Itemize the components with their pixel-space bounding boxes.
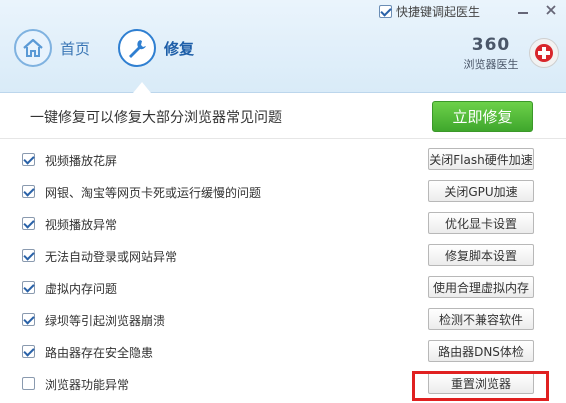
- highlight-box: [412, 371, 549, 401]
- item-label: 视频播放花屏: [45, 154, 118, 168]
- minimize-icon: [518, 12, 528, 14]
- hotkey-checkbox[interactable]: [379, 4, 392, 18]
- nav-repair[interactable]: 修复: [118, 24, 194, 72]
- nav-home-label: 首页: [60, 39, 91, 58]
- fix-now-button[interactable]: 立即修复: [432, 101, 533, 132]
- page-title: 一键修复可以修复大部分浏览器常见问题: [30, 110, 282, 126]
- item-action-button[interactable]: 关闭GPU加速: [428, 180, 534, 202]
- item-checkbox[interactable]: [22, 249, 35, 262]
- logo-number: 360: [471, 35, 511, 55]
- item-checkbox[interactable]: [22, 281, 35, 294]
- item-action-button[interactable]: 检测不兼容软件: [428, 308, 534, 330]
- list-item: 虚拟内存问题 使用合理虚拟内存: [0, 274, 566, 302]
- item-label: 无法自动登录或网站异常: [45, 250, 178, 264]
- item-label: 虚拟内存问题: [45, 282, 118, 296]
- hotkey-option[interactable]: 快捷键调起医生: [379, 3, 480, 19]
- list-item: 视频播放花屏 关闭Flash硬件加速: [0, 146, 566, 174]
- nav-repair-label: 修复: [164, 39, 195, 58]
- minimize-button[interactable]: [510, 0, 536, 20]
- active-tab-pointer: [133, 82, 151, 93]
- window-controls: [510, 0, 566, 20]
- item-action-button[interactable]: 修复脚本设置: [428, 244, 534, 266]
- list-item: 视频播放异常 优化显卡设置: [0, 210, 566, 238]
- list-item: 无法自动登录或网站异常 修复脚本设置: [0, 242, 566, 270]
- item-checkbox[interactable]: [22, 217, 35, 230]
- header: 快捷键调起医生 首页 修复 360 浏览器医生: [0, 0, 566, 93]
- item-action-button[interactable]: 优化显卡设置: [428, 212, 534, 234]
- item-checkbox[interactable]: [22, 377, 35, 390]
- medical-cross-icon: [529, 38, 559, 68]
- item-action-button[interactable]: 路由器DNS体检: [428, 340, 534, 362]
- close-icon: [546, 5, 556, 15]
- item-checkbox[interactable]: [22, 313, 35, 326]
- nav-home[interactable]: 首页: [14, 24, 90, 72]
- item-label: 浏览器功能异常: [45, 378, 130, 392]
- item-label: 视频播放异常: [45, 218, 118, 232]
- item-label: 路由器存在安全隐患: [45, 346, 154, 360]
- list-item: 网银、淘宝等网页卡死或运行缓慢的问题 关闭GPU加速: [0, 178, 566, 206]
- item-checkbox[interactable]: [22, 345, 35, 358]
- item-label: 绿坝等引起浏览器崩溃: [45, 314, 166, 328]
- item-action-button[interactable]: 使用合理虚拟内存: [428, 276, 534, 298]
- app-logo: 360 浏览器医生: [461, 36, 521, 72]
- close-button[interactable]: [536, 0, 566, 20]
- item-label: 网银、淘宝等网页卡死或运行缓慢的问题: [45, 186, 262, 200]
- home-icon: [14, 29, 52, 67]
- item-checkbox[interactable]: [22, 185, 35, 198]
- wrench-icon: [118, 29, 156, 67]
- item-action-button[interactable]: 关闭Flash硬件加速: [428, 148, 534, 170]
- list-item: 路由器存在安全隐患 路由器DNS体检: [0, 338, 566, 366]
- logo-name: 浏览器医生: [463, 58, 519, 71]
- hotkey-label: 快捷键调起医生: [396, 4, 481, 19]
- list-item: 绿坝等引起浏览器崩溃 检测不兼容软件: [0, 306, 566, 334]
- item-checkbox[interactable]: [22, 153, 35, 166]
